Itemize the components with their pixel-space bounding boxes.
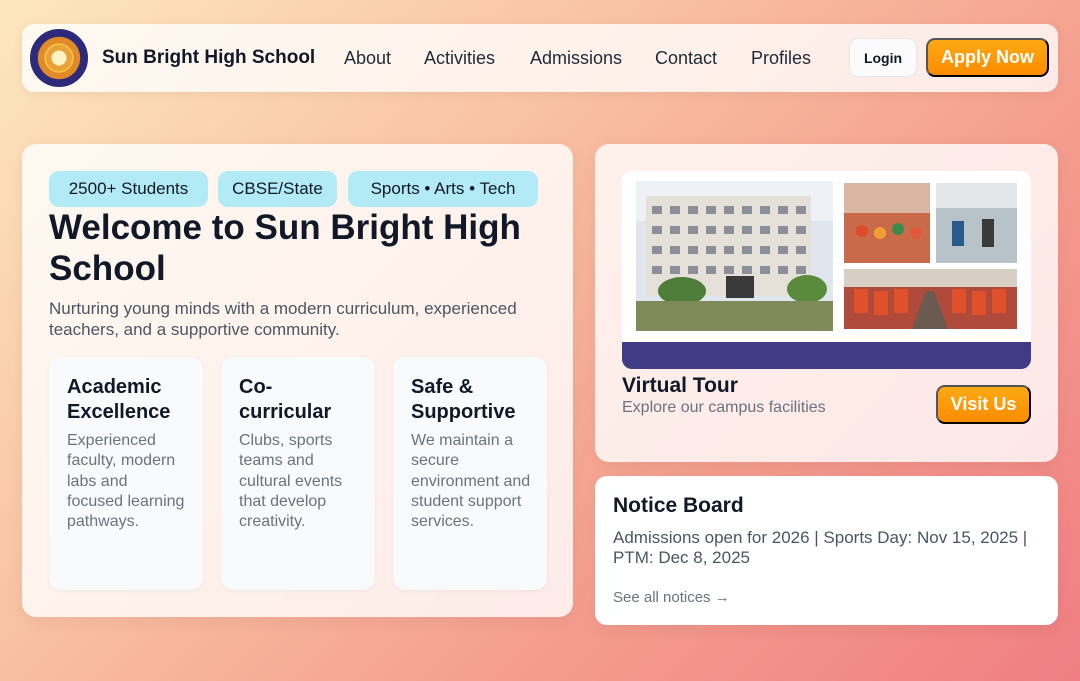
feature-title: Co-curricular (239, 376, 332, 423)
brand-name[interactable]: Sun Bright High School (102, 47, 315, 69)
see-all-notices-link[interactable]: See all notices → (613, 589, 730, 606)
visit-us-button[interactable]: Visit Us (936, 385, 1031, 424)
school-logo[interactable] (30, 29, 88, 87)
nav-link-activities[interactable]: Activities (424, 48, 495, 69)
nav-link-profiles[interactable]: Profiles (751, 48, 811, 69)
feature-title: Safe & Supportive (411, 376, 516, 423)
login-button[interactable]: Login (849, 38, 917, 77)
hero-title: Welcome to Sun Bright High School (49, 208, 521, 288)
notice-text: Admissions open for 2026 | Sports Day: N… (613, 528, 1028, 567)
photo-banner-bar (622, 342, 1031, 369)
top-navbar: Sun Bright High School About Activities … (22, 24, 1058, 92)
hero-subtitle: Nurturing young minds with a modern curr… (49, 299, 517, 339)
chip-students: 2500+ Students (49, 171, 208, 207)
apply-now-button[interactable]: Apply Now (926, 38, 1049, 77)
campus-photo-collage (622, 171, 1031, 369)
nav-link-admissions[interactable]: Admissions (530, 48, 622, 69)
feature-card-academic: Academic Excellence Experienced faculty,… (49, 357, 203, 590)
feature-text: We maintain a secure environment and stu… (411, 432, 531, 531)
hero-card: 2500+ Students CBSE/State Sports • Arts … (22, 144, 573, 617)
feature-card-safety: Safe & Supportive We maintain a secure e… (393, 357, 547, 590)
chip-programs: Sports • Arts • Tech (348, 171, 538, 207)
virtual-tour-card: Virtual Tour Explore our campus faciliti… (595, 144, 1058, 462)
notice-board-card: Notice Board Admissions open for 2026 | … (595, 476, 1058, 625)
chip-board: CBSE/State (218, 171, 337, 207)
nav-link-about[interactable]: About (344, 48, 391, 69)
feature-text: Clubs, sports teams and cultural events … (239, 432, 343, 531)
logo-emblem (46, 45, 72, 71)
feature-text: Experienced faculty, modern labs and foc… (67, 432, 185, 531)
campus-collage-image (636, 181, 1017, 331)
tour-title: Virtual Tour (622, 374, 738, 397)
feature-card-cocurricular: Co-curricular Clubs, sports teams and cu… (221, 357, 375, 590)
nav-link-contact[interactable]: Contact (655, 48, 717, 69)
tour-subtitle: Explore our campus facilities (622, 399, 826, 416)
feature-title: Academic Excellence (67, 376, 171, 423)
notice-title: Notice Board (613, 494, 744, 517)
